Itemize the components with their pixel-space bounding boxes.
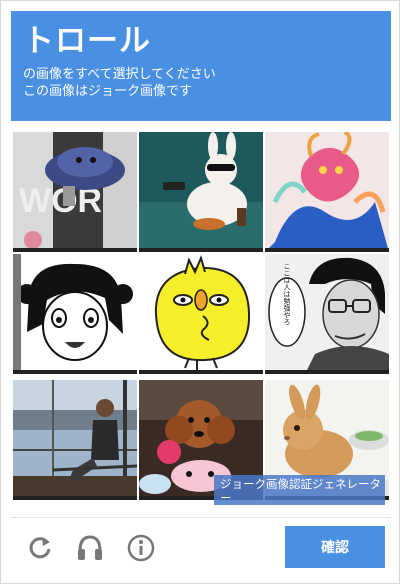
grid-tile-2-1[interactable] — [13, 254, 137, 374]
target-label: トロール — [23, 23, 151, 59]
grid-tile-1-3[interactable] — [265, 132, 389, 252]
instruction-line-2: この画像はジョーク画像です — [23, 84, 193, 99]
dragon-image — [265, 132, 389, 252]
grid-tile-1-2[interactable] — [139, 132, 263, 252]
instruction-line-1: の画像をすべて選択してください — [23, 67, 216, 82]
manga-man-glasses-image: ここは人は勉強やろ — [265, 254, 389, 374]
grid-tile-2-3[interactable]: ここは人は勉強やろ — [265, 254, 389, 374]
info-icon[interactable] — [126, 533, 156, 563]
grid-tile-3-1[interactable] — [13, 380, 137, 500]
grid-tile-2-2[interactable] — [139, 254, 263, 374]
footer-divider — [11, 517, 391, 518]
watermark-title: ジョーク画像認証ジェネレーター — [220, 477, 381, 505]
verify-button[interactable]: 確認 — [285, 526, 385, 568]
instruction-text: の画像をすべて選択してください この画像はジョーク画像です — [23, 66, 216, 100]
manga-girl-image — [13, 254, 137, 374]
generator-watermark: ジョーク画像認証ジェネレーター https://vrty.work — [214, 475, 385, 519]
manga-speech-bubble-text: ここは人は勉強やろ — [283, 263, 291, 327]
hat-plush-image: WOR — [13, 132, 137, 252]
rabbit-sunglasses-image — [139, 132, 263, 252]
image-grid: WOR ここは人は勉強やろ — [13, 132, 390, 509]
headphones-icon[interactable] — [75, 533, 105, 563]
captcha-widget: トロール の画像をすべて選択してください この画像はジョーク画像です WOR こ… — [0, 0, 400, 584]
grid-tile-1-1[interactable]: WOR — [13, 132, 137, 252]
reload-icon[interactable] — [25, 533, 55, 563]
man-window-image — [13, 380, 137, 500]
yellow-chick-image — [139, 254, 263, 374]
